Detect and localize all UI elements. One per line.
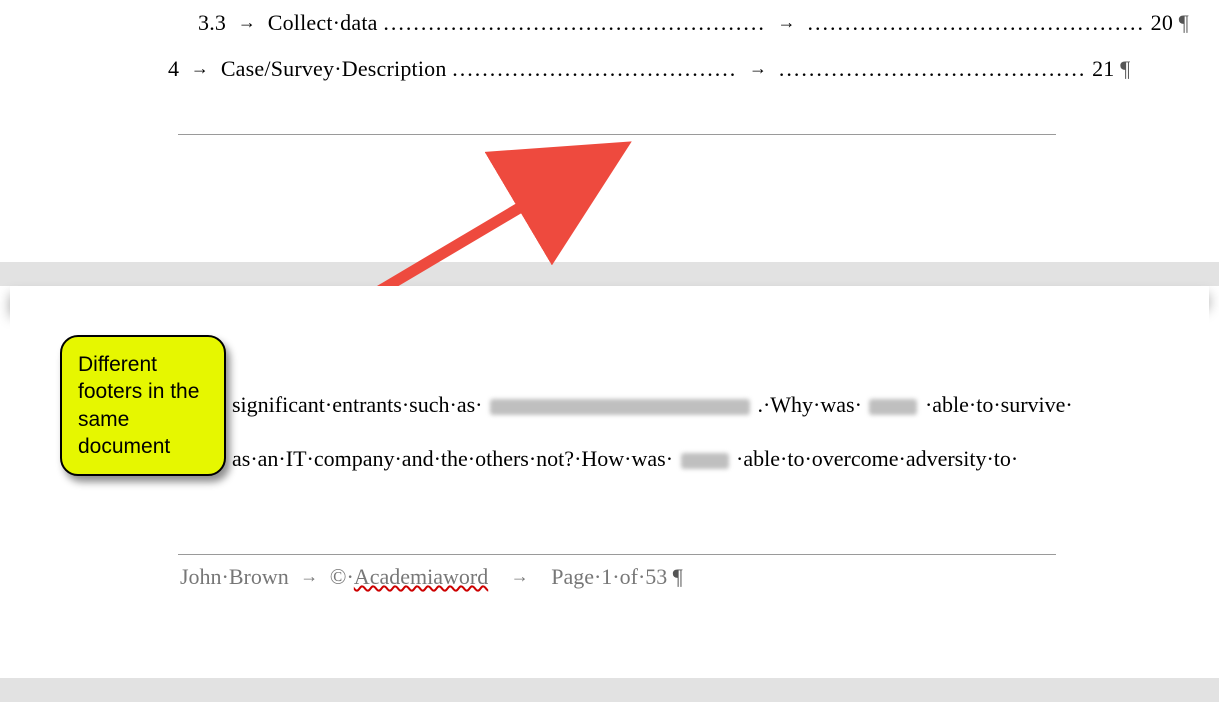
footer-author: John·Brown <box>180 564 289 589</box>
toc-leader: ........................................… <box>807 10 1145 35</box>
redacted-text <box>490 399 750 415</box>
footer-copyright: ©· <box>330 564 354 589</box>
toc-title: Case/Survey·Description <box>221 56 447 81</box>
toc-leader: ........................................… <box>779 56 1087 81</box>
tab-arrow-icon: → <box>185 58 215 78</box>
callout-text: Different footers in the same document <box>78 353 199 458</box>
footer-academiaword-link[interactable]: Academiaword <box>354 564 488 589</box>
redacted-text <box>869 399 917 415</box>
tab-arrow-icon: → <box>294 566 324 586</box>
pilcrow-icon: ¶ <box>1120 56 1130 81</box>
footer-page-number-roman: ii¶ <box>593 142 615 168</box>
tab-arrow-icon: → <box>772 12 802 32</box>
body-line-2: as·an·IT·company·and·the·others·not?·How… <box>232 446 1018 472</box>
footer-page-count: Page·1·of·53 <box>551 564 667 589</box>
page-gap <box>0 262 1219 286</box>
footer-separator <box>178 554 1056 555</box>
redacted-text <box>681 453 729 469</box>
page-top: 3.3 → Collect·data .....................… <box>10 0 1209 260</box>
body-line-1: significant·entrants·such·as· .·Why·was·… <box>232 392 1073 418</box>
pilcrow-icon: ¶ <box>605 142 615 167</box>
page-gap-bottom <box>0 678 1219 702</box>
toc-num: 4 <box>168 56 179 81</box>
toc-leader: ........................................… <box>383 10 766 35</box>
pilcrow-icon: ¶ <box>1179 10 1189 35</box>
tab-arrow-icon: → <box>505 566 535 586</box>
annotation-callout: Different footers in the same document <box>60 335 226 476</box>
toc-entry-3-3: 3.3 → Collect·data .....................… <box>198 10 1189 36</box>
toc-leader: ...................................... <box>452 56 737 81</box>
toc-title: Collect·data <box>268 10 378 35</box>
tab-arrow-icon: → <box>232 12 262 32</box>
tab-arrow-icon: → <box>743 58 773 78</box>
toc-page: 21 <box>1092 56 1114 81</box>
footer-separator <box>178 134 1056 135</box>
pilcrow-icon: ¶ <box>673 564 683 589</box>
toc-page: 20 <box>1151 10 1173 35</box>
toc-num: 3.3 <box>198 10 226 35</box>
toc-entry-4: 4 → Case/Survey·Description ............… <box>168 56 1130 82</box>
footer-author-copyright-page: John·Brown → ©·Academiaword → Page·1·of·… <box>180 564 683 590</box>
